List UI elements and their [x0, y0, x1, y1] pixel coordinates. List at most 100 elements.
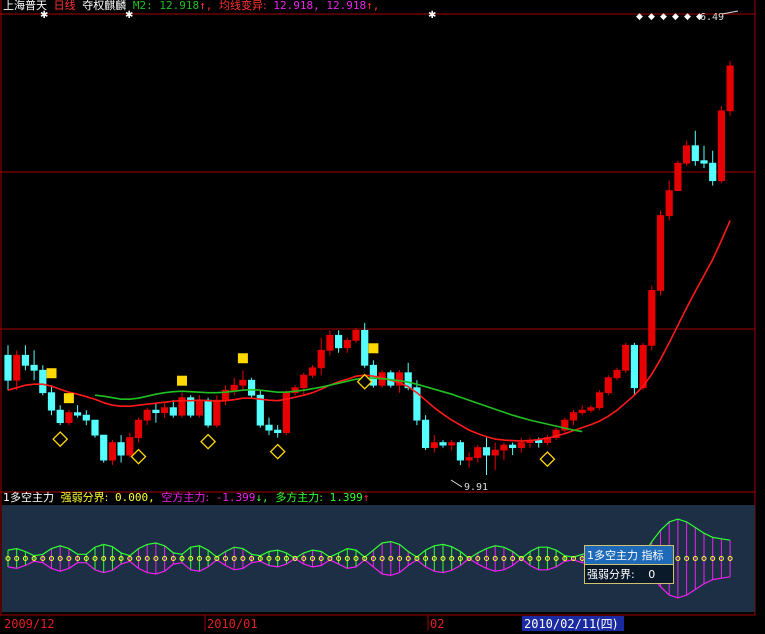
candle-body	[439, 442, 447, 446]
candle-body	[13, 354, 21, 381]
stock-chart-window[interactable]: ✱ ✱ ✱ ◆ ◆ ◆ ◆ ◆ ◆ 2009/12 2010/01 02 2010/02/11 …	[0, 0, 765, 631]
candle-body	[569, 412, 578, 421]
candle-body	[604, 377, 612, 394]
candle-body	[482, 447, 491, 456]
candle-body	[517, 442, 525, 448]
candle-body	[456, 442, 465, 461]
candle-body	[82, 414, 90, 421]
x-tick-label: 2010/01	[207, 617, 258, 631]
candle-body	[587, 407, 595, 411]
candle-body	[648, 290, 656, 346]
bear-arrow: ↓,	[255, 491, 269, 504]
candle-body	[717, 110, 726, 182]
top-diamond-icon: ◆	[660, 12, 667, 22]
candle-body	[74, 412, 82, 416]
candle-body	[361, 329, 369, 366]
candle-body	[108, 442, 116, 461]
indicator-header: 1多空主力 强弱分界: 0.000, 空方主力: -1.399↓, 多方主力: …	[3, 492, 369, 504]
candle-body	[91, 419, 99, 436]
candle-body	[448, 442, 456, 446]
candle-body	[265, 424, 273, 431]
candle-body	[30, 364, 38, 371]
top-diamond-icon: ◆	[636, 12, 643, 22]
candle-body	[334, 334, 343, 349]
box-signal-icon	[63, 393, 74, 404]
bull-arrow: ↑	[362, 491, 370, 504]
candle-body	[665, 190, 673, 216]
candle-body	[508, 444, 517, 448]
box-signal-icon	[46, 368, 57, 379]
candle-body	[691, 145, 699, 162]
candle-body	[421, 419, 430, 448]
bull-value: 1.399	[329, 491, 363, 504]
bear-label: 空方主力:	[161, 491, 210, 504]
candle-body	[65, 412, 73, 424]
candle-body	[134, 419, 143, 439]
candle-body	[709, 162, 717, 182]
adjust-label[interactable]: 夺权麒麟	[82, 0, 126, 12]
candle-body	[213, 399, 221, 426]
candle-body	[656, 215, 665, 291]
threshold-label: 强弱分界:	[60, 491, 109, 504]
x-tick-label: 02	[430, 617, 444, 631]
candle-body	[326, 334, 334, 351]
candle-body	[352, 329, 360, 341]
candle-body	[613, 369, 621, 379]
top-star-icon: ✱	[428, 10, 436, 21]
chart-canvas[interactable]: ✱ ✱ ✱ ◆ ◆ ◆ ◆ ◆ ◆ 2009/12 2010/01 02 2010/02/11 …	[0, 0, 765, 631]
candle-body	[622, 344, 630, 371]
candle-body	[152, 409, 160, 414]
bear-value: -1.399	[215, 491, 256, 504]
candle-body	[4, 354, 12, 381]
candle-body	[230, 384, 238, 391]
candle-body	[169, 407, 177, 416]
candle-body	[247, 379, 256, 396]
candle-body	[143, 409, 151, 421]
indicator-name[interactable]: 1多空主力	[3, 491, 54, 504]
tooltip-row: 强弱分界: 0	[585, 564, 673, 583]
candle-body	[630, 344, 639, 389]
top-diamond-icon: ◆	[672, 12, 679, 22]
avgvar-value2: 12.918	[326, 0, 367, 12]
candle-body	[195, 399, 203, 416]
candle-body	[726, 65, 734, 112]
candle-body	[126, 437, 134, 456]
candle-body	[317, 349, 325, 369]
tooltip-title: 1多空主力 指标	[585, 546, 673, 564]
stock-name[interactable]: 上海普天	[3, 0, 47, 12]
candle-body	[491, 449, 499, 456]
tooltip-row-value: 0	[648, 568, 656, 581]
candle-body	[21, 354, 30, 366]
candle-body	[300, 374, 308, 389]
main-header: 上海普天 日线 夺权麒麟 M2: 12.918↑, 均线变异: 12.918, …	[3, 0, 380, 12]
avgvar-label: 均线变异:	[219, 0, 267, 12]
candle-body	[117, 442, 125, 456]
candle-body	[700, 160, 708, 164]
candle-body	[56, 409, 64, 424]
candle-body	[430, 442, 438, 448]
candle-body	[100, 434, 108, 461]
candle-body	[474, 447, 482, 458]
candle-body	[683, 145, 691, 164]
period-label[interactable]: 日线	[54, 0, 76, 12]
box-signal-icon	[237, 353, 248, 364]
top-diamond-icon: ◆	[648, 12, 655, 22]
x-tick-label: 2009/12	[4, 617, 55, 631]
top-diamond-icon: ◆	[684, 12, 691, 22]
candle-body	[639, 344, 647, 389]
ma-label: M2:	[132, 0, 153, 12]
candle-body	[274, 429, 282, 434]
cursor-date: 2010/02/11	[524, 617, 596, 631]
candle-body	[160, 407, 169, 414]
candle-body	[578, 409, 586, 414]
ma-value: 12.918	[159, 0, 200, 12]
box-signal-icon	[368, 343, 379, 354]
candle-body	[343, 339, 351, 349]
threshold-value: 0.000,	[114, 491, 155, 504]
low-marker-label: 9.91	[464, 482, 488, 493]
candle-body	[47, 392, 56, 411]
candle-body	[674, 162, 682, 192]
cursor-weekday: (四)	[596, 617, 617, 631]
x-axis-strip	[0, 615, 765, 631]
ma-arrow: ↑,	[199, 0, 213, 12]
